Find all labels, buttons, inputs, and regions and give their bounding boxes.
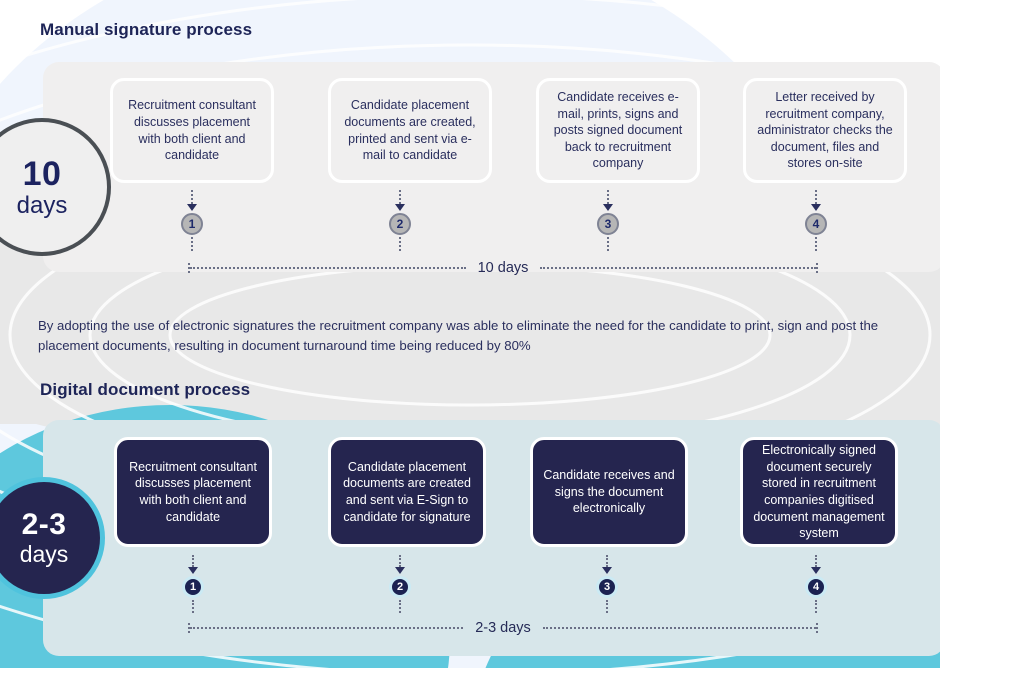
manual-timeline-label: 10 days bbox=[477, 260, 529, 276]
manual-step-card-3[interactable]: Candidate receives e-mail, prints, signs… bbox=[536, 78, 700, 183]
timeline-line-right bbox=[542, 627, 816, 629]
digital-step-text-4: Electronically signed document securely … bbox=[753, 443, 885, 541]
digital-section-title: Digital document process bbox=[40, 380, 251, 399]
digital-step-card-1[interactable]: Recruitment consultant discusses placeme… bbox=[114, 437, 272, 547]
digital-timeline-label: 2-3 days bbox=[475, 620, 531, 636]
arrow-down-icon bbox=[602, 567, 612, 574]
timeline-line-left bbox=[190, 627, 464, 629]
manual-step-marker-4: 4 bbox=[805, 213, 827, 235]
digital-step-text-3: Candidate receives and signs the documen… bbox=[543, 468, 675, 516]
dotted-line-icon bbox=[607, 237, 609, 251]
digital-duration-unit: days bbox=[19, 541, 69, 567]
digital-connector-2: 2 bbox=[380, 555, 420, 617]
dotted-line-icon bbox=[815, 555, 817, 567]
digital-connector-3: 3 bbox=[587, 555, 627, 617]
manual-connector-1: 1 bbox=[172, 190, 212, 252]
digital-step-text-2: Candidate placement documents are create… bbox=[343, 459, 471, 524]
manual-step-text-3: Candidate receives e-mail, prints, signs… bbox=[553, 89, 683, 171]
timeline-line-right bbox=[540, 267, 817, 269]
dotted-line-icon bbox=[606, 600, 608, 613]
digital-connector-4: 4 bbox=[796, 555, 836, 617]
arrow-down-icon bbox=[188, 567, 198, 574]
digital-connector-1: 1 bbox=[173, 555, 213, 617]
dotted-line-icon bbox=[606, 555, 608, 567]
manual-duration-number: 10 bbox=[22, 154, 62, 193]
dotted-line-icon bbox=[191, 190, 193, 204]
summary-paragraph: By adopting the use of electronic signat… bbox=[38, 318, 879, 354]
manual-step-card-4[interactable]: Letter received by recruitment company, … bbox=[743, 78, 907, 183]
arrow-down-icon bbox=[811, 204, 821, 211]
manual-section-title: Manual signature process bbox=[40, 20, 253, 39]
digital-step-marker-2: 2 bbox=[389, 576, 411, 598]
manual-connector-3: 3 bbox=[588, 190, 628, 252]
manual-duration-unit: days bbox=[16, 191, 68, 219]
bottom-edge-mask bbox=[0, 668, 1024, 691]
manual-step-card-1[interactable]: Recruitment consultant discusses placeme… bbox=[110, 78, 274, 183]
manual-step-text-4: Letter received by recruitment company, … bbox=[757, 89, 893, 171]
dotted-line-icon bbox=[815, 600, 817, 613]
infographic-root: Manual signature process 10 days Recruit… bbox=[0, 0, 1024, 691]
manual-step-text-1: Recruitment consultant discusses placeme… bbox=[128, 98, 256, 163]
dotted-line-icon bbox=[191, 237, 193, 251]
dotted-line-icon bbox=[192, 555, 194, 567]
digital-duration-number: 2-3 bbox=[21, 508, 67, 541]
arrow-down-icon bbox=[187, 204, 197, 211]
timeline-tick-end bbox=[816, 623, 818, 633]
arrow-down-icon bbox=[603, 204, 613, 211]
timeline-tick-end bbox=[816, 263, 819, 273]
digital-step-card-4[interactable]: Electronically signed document securely … bbox=[740, 437, 898, 547]
digital-step-card-3[interactable]: Candidate receives and signs the documen… bbox=[530, 437, 688, 547]
manual-timeline: 10 days bbox=[188, 259, 819, 277]
digital-timeline: 2-3 days bbox=[188, 619, 818, 637]
arrow-down-icon bbox=[395, 567, 405, 574]
manual-step-card-2[interactable]: Candidate placement documents are create… bbox=[328, 78, 492, 183]
dotted-line-icon bbox=[399, 555, 401, 567]
dotted-line-icon bbox=[815, 190, 817, 204]
digital-step-marker-1: 1 bbox=[182, 576, 204, 598]
main-card: Manual signature process 10 days Recruit… bbox=[0, 0, 995, 670]
dotted-line-icon bbox=[399, 237, 401, 251]
digital-step-marker-4: 4 bbox=[805, 576, 827, 598]
manual-step-marker-2: 2 bbox=[389, 213, 411, 235]
manual-connector-2: 2 bbox=[380, 190, 420, 252]
arrow-down-icon bbox=[811, 567, 821, 574]
manual-connector-4: 4 bbox=[796, 190, 836, 252]
manual-step-marker-3: 3 bbox=[597, 213, 619, 235]
digital-step-card-2[interactable]: Candidate placement documents are create… bbox=[328, 437, 486, 547]
dotted-line-icon bbox=[399, 600, 401, 613]
dotted-line-icon bbox=[399, 190, 401, 204]
dotted-line-icon bbox=[607, 190, 609, 204]
manual-step-marker-1: 1 bbox=[181, 213, 203, 235]
manual-step-text-2: Candidate placement documents are create… bbox=[344, 98, 476, 163]
digital-step-marker-3: 3 bbox=[596, 576, 618, 598]
digital-step-text-1: Recruitment consultant discusses placeme… bbox=[129, 459, 257, 524]
arrow-down-icon bbox=[395, 204, 405, 211]
timeline-line-left bbox=[190, 267, 466, 269]
dotted-line-icon bbox=[815, 237, 817, 251]
dotted-line-icon bbox=[192, 600, 194, 613]
